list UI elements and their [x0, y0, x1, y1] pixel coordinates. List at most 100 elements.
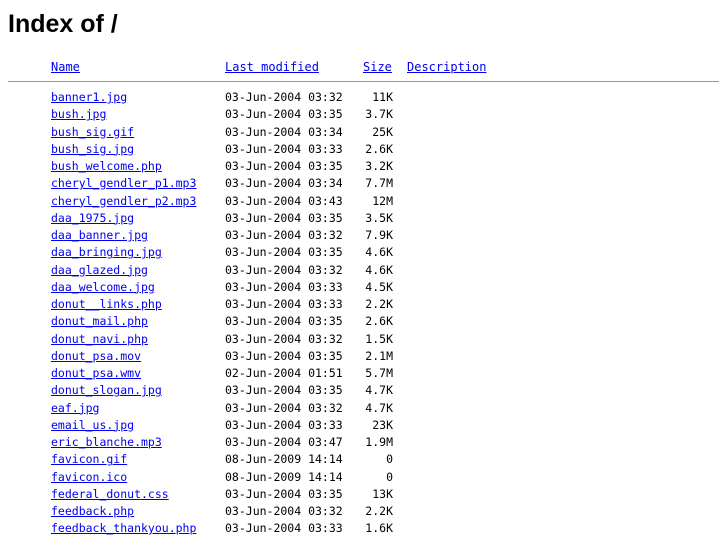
file-modified: 03-Jun-2004 03:35 — [225, 159, 343, 173]
file-link[interactable]: cheryl_gendler_p1.mp3 — [51, 175, 196, 192]
file-modified: 03-Jun-2004 03:32 — [225, 504, 343, 518]
file-link[interactable]: donut__links.php — [51, 296, 162, 313]
file-link[interactable]: eric_blanche.mp3 — [51, 434, 162, 451]
file-size: 3.2K — [365, 159, 393, 173]
sort-by-modified-link[interactable]: Last modified — [225, 58, 319, 76]
file-size: 2.2K — [365, 504, 393, 518]
file-link[interactable]: cheryl_gendler_p2.mp3 — [51, 193, 196, 210]
file-modified: 03-Jun-2004 03:33 — [225, 521, 343, 536]
file-link[interactable]: eaf.jpg — [51, 400, 99, 417]
file-row: daa_banner.jpg 03-Jun-2004 03:32 7.9K — [0, 227, 727, 244]
file-size: 5.7M — [365, 366, 393, 380]
file-modified: 03-Jun-2004 03:32 — [225, 331, 343, 346]
file-row: favicon.gif 08-Jun-2009 14:14 0 — [0, 451, 727, 468]
file-modified: 03-Jun-2004 03:33 — [225, 417, 343, 432]
file-row: bush_welcome.php 03-Jun-2004 03:35 3.2K — [0, 158, 727, 175]
file-row: eric_blanche.mp3 03-Jun-2004 03:47 1.9M — [0, 434, 727, 451]
file-size: 4.6K — [365, 245, 393, 260]
file-size: 4.5K — [365, 279, 393, 294]
file-size: 7.9K — [365, 228, 393, 242]
file-modified: 03-Jun-2004 03:43 — [225, 193, 343, 208]
file-link[interactable]: bush_welcome.php — [51, 158, 162, 175]
file-link[interactable]: donut_psa.mov — [51, 348, 141, 365]
column-header-row: Name Last modified Size Description — [0, 58, 727, 78]
file-size: 2.6K — [365, 141, 393, 156]
file-size: 3.5K — [365, 210, 393, 225]
file-modified: 08-Jun-2009 14:14 — [225, 469, 343, 484]
file-modified: 03-Jun-2004 03:33 — [225, 297, 343, 311]
file-modified: 03-Jun-2004 03:32 — [225, 262, 343, 277]
file-modified: 03-Jun-2004 03:47 — [225, 435, 343, 449]
file-row: email_us.jpg 03-Jun-2004 03:33 23K — [0, 417, 727, 434]
file-size: 4.7K — [365, 400, 393, 415]
sort-by-size-link[interactable]: Size — [363, 58, 392, 76]
file-link[interactable]: donut_slogan.jpg — [51, 382, 162, 399]
file-row: cheryl_gendler_p1.mp3 03-Jun-2004 03:34 7.… — [0, 175, 727, 192]
file-row: daa_1975.jpg 03-Jun-2004 03:35 3.5K — [0, 210, 727, 227]
file-link[interactable]: feedback_thankyou.php — [51, 520, 196, 537]
file-link[interactable]: banner1.jpg — [51, 89, 127, 106]
file-modified: 03-Jun-2004 03:32 — [225, 400, 343, 415]
file-link[interactable]: bush_sig.gif — [51, 124, 134, 141]
file-row: daa_glazed.jpg 03-Jun-2004 03:32 4.6K — [0, 262, 727, 279]
file-link[interactable]: daa_1975.jpg — [51, 210, 134, 227]
file-modified: 03-Jun-2004 03:35 — [225, 314, 343, 329]
file-link[interactable]: daa_banner.jpg — [51, 227, 148, 244]
file-link[interactable]: daa_welcome.jpg — [51, 279, 155, 296]
file-link[interactable]: feedback.php — [51, 503, 134, 520]
file-link[interactable]: donut_mail.php — [51, 313, 148, 330]
sort-by-description-link[interactable]: Description — [407, 58, 486, 76]
file-link[interactable]: bush_sig.jpg — [51, 141, 134, 158]
file-row: daa_bringing.jpg 03-Jun-2004 03:35 4.6K — [0, 244, 727, 261]
file-modified: 08-Jun-2009 14:14 — [225, 452, 343, 467]
file-size: 1.5K — [365, 331, 393, 346]
file-row: bush_sig.jpg 03-Jun-2004 03:33 2.6K — [0, 141, 727, 158]
file-size: 7.7M — [365, 176, 393, 191]
file-link[interactable]: federal_donut.css — [51, 486, 169, 503]
file-modified: 02-Jun-2004 01:51 — [225, 366, 343, 380]
file-size: 4.6K — [365, 262, 393, 277]
file-link[interactable]: donut_psa.wmv — [51, 365, 141, 382]
file-row: donut_psa.wmv 02-Jun-2004 01:51 5.7M — [0, 365, 727, 382]
directory-listing-page: Index of / Name Last modified Size Descr… — [0, 0, 727, 545]
file-row: cheryl_gendler_p2.mp3 03-Jun-2004 03:43 12… — [0, 193, 727, 210]
file-modified: 03-Jun-2004 03:35 — [225, 210, 343, 225]
sort-by-name-link[interactable]: Name — [51, 58, 80, 76]
file-size: 0 — [386, 469, 393, 484]
file-row: favicon.ico 08-Jun-2009 14:14 0 — [0, 469, 727, 486]
file-row: banner1.jpg 03-Jun-2004 03:32 11K — [0, 89, 727, 106]
file-link[interactable]: daa_bringing.jpg — [51, 244, 162, 261]
file-modified: 03-Jun-2004 03:33 — [225, 279, 343, 294]
file-list: banner1.jpg 03-Jun-2004 03:32 11K bush.jpg 0… — [0, 89, 727, 538]
header-divider — [8, 81, 719, 82]
file-row: donut_mail.php 03-Jun-2004 03:35 2.6K — [0, 313, 727, 330]
file-modified: 03-Jun-2004 03:35 — [225, 245, 343, 260]
file-modified: 03-Jun-2004 03:33 — [225, 141, 343, 156]
file-size: 1.9M — [365, 435, 393, 449]
file-size: 4.7K — [365, 383, 393, 398]
file-size: 2.1M — [365, 348, 393, 363]
file-row: donut_psa.mov 03-Jun-2004 03:35 2.1M — [0, 348, 727, 365]
file-link[interactable]: email_us.jpg — [51, 417, 134, 434]
file-row: donut__links.php 03-Jun-2004 03:33 2.2K — [0, 296, 727, 313]
file-row: eaf.jpg 03-Jun-2004 03:32 4.7K — [0, 400, 727, 417]
file-link[interactable]: bush.jpg — [51, 106, 106, 123]
file-modified: 03-Jun-2004 03:35 — [225, 348, 343, 363]
file-link[interactable]: favicon.gif — [51, 451, 127, 468]
file-link[interactable]: donut_navi.php — [51, 331, 148, 348]
file-size: 11K — [372, 90, 393, 104]
file-row: bush.jpg 03-Jun-2004 03:35 3.7K — [0, 106, 727, 123]
file-modified: 03-Jun-2004 03:35 — [225, 486, 343, 501]
file-link[interactable]: favicon.ico — [51, 469, 127, 486]
file-row: feedback_thankyou.php 03-Jun-2004 03:33 1.… — [0, 520, 727, 537]
file-size: 23K — [372, 417, 393, 432]
file-row: donut_slogan.jpg 03-Jun-2004 03:35 4.7K — [0, 382, 727, 399]
file-size: 2.2K — [365, 297, 393, 311]
file-modified: 03-Jun-2004 03:32 — [225, 228, 343, 242]
file-row: bush_sig.gif 03-Jun-2004 03:34 25K — [0, 124, 727, 141]
file-size: 3.7K — [365, 107, 393, 122]
file-link[interactable]: daa_glazed.jpg — [51, 262, 148, 279]
file-size: 13K — [372, 486, 393, 501]
file-size: 1.6K — [365, 521, 393, 536]
file-modified: 03-Jun-2004 03:35 — [225, 107, 343, 122]
